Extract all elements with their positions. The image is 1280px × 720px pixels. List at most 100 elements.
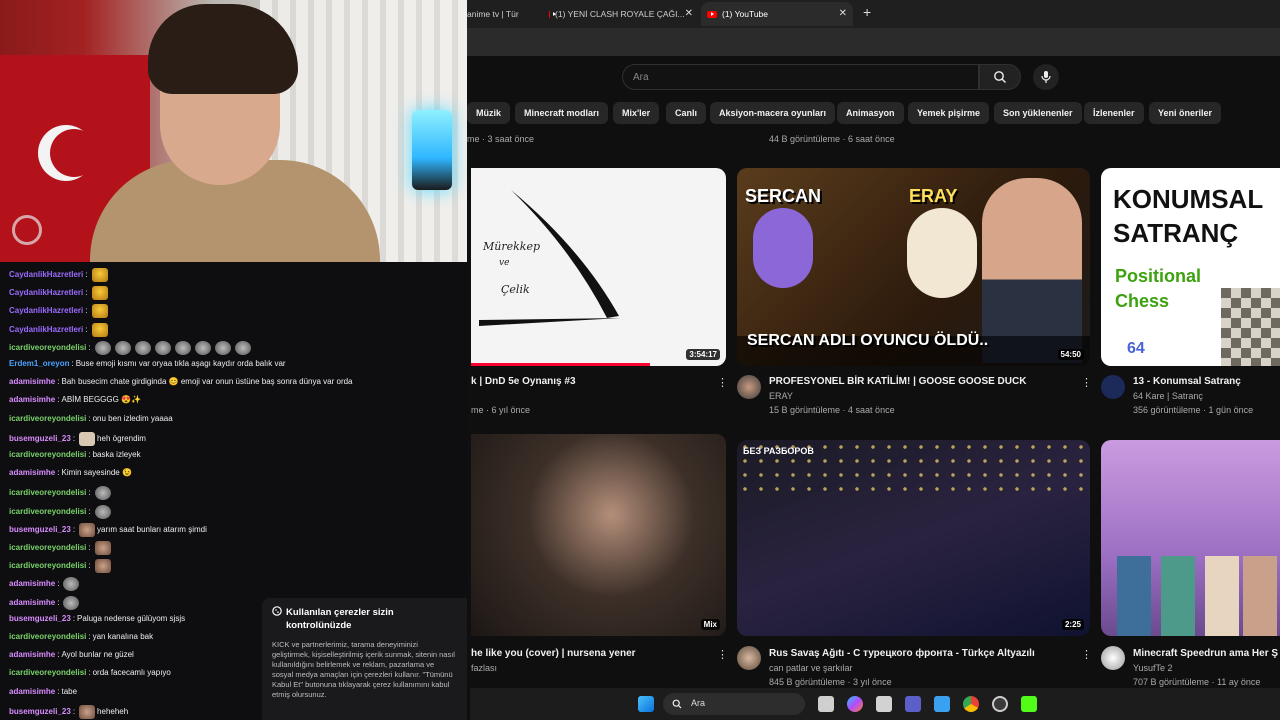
chat-username[interactable]: CaydanlikHazretleri bbox=[9, 288, 83, 298]
chat-username[interactable]: busemguzeli_23 bbox=[9, 707, 71, 717]
chip[interactable]: Canlı bbox=[666, 102, 707, 124]
chat-username[interactable]: icardiveoreyondelisi bbox=[9, 507, 86, 517]
chat-message: adamisimhe: Ayol bunlar ne güzel bbox=[9, 650, 134, 660]
chat-message: CaydanlikHazretleri: bbox=[9, 268, 108, 282]
chat-username[interactable]: icardiveoreyondelisi bbox=[9, 561, 86, 571]
new-tab-icon[interactable]: + bbox=[863, 4, 871, 20]
chat-username[interactable]: CaydanlikHazretleri bbox=[9, 270, 83, 280]
chat-username[interactable]: CaydanlikHazretleri bbox=[9, 325, 83, 335]
chat-username[interactable]: adamisimhe bbox=[9, 395, 55, 405]
chat-emote-icon bbox=[154, 340, 171, 355]
channel-avatar[interactable] bbox=[737, 646, 761, 670]
channel-name[interactable]: ERAY bbox=[769, 391, 793, 401]
chip[interactable]: Müzik bbox=[467, 102, 511, 124]
chat-username[interactable]: busemguzeli_23 bbox=[9, 525, 71, 535]
chip[interactable]: Aksiyon-macera oyunları bbox=[710, 102, 836, 124]
video-thumbnail[interactable]: Mix bbox=[471, 434, 726, 636]
channel-name[interactable]: fazlası bbox=[471, 663, 497, 673]
channel-name[interactable]: YusufTe 2 bbox=[1133, 663, 1173, 673]
video-thumbnail[interactable] bbox=[1101, 440, 1280, 636]
video-thumbnail[interactable]: БЕЗ РАЗБОРОВ 2:25 bbox=[737, 440, 1090, 636]
thumb-text: SATRANÇ bbox=[1113, 218, 1239, 248]
tab-youtube[interactable]: (1) YouTube ✕ bbox=[701, 2, 853, 26]
search-input[interactable]: Ara bbox=[622, 64, 979, 90]
chrome-icon[interactable] bbox=[963, 696, 979, 712]
chat-username[interactable]: adamisimhe bbox=[9, 650, 55, 660]
chat-username[interactable]: adamisimhe bbox=[9, 598, 55, 608]
video-thumbnail[interactable]: SERCAN ERAY SERCAN ADLI OYUNCU ÖLDÜ.. 54… bbox=[737, 168, 1090, 366]
teams-icon[interactable] bbox=[905, 696, 921, 712]
steam-icon[interactable] bbox=[992, 696, 1008, 712]
chat-username[interactable]: icardiveoreyondelisi bbox=[9, 414, 86, 424]
cookie-notice[interactable]: Kullanılan çerezler sizin kontrolünüzde … bbox=[262, 598, 467, 720]
chip[interactable]: Yeni öneriler bbox=[1149, 102, 1222, 124]
voice-search-button[interactable] bbox=[1033, 64, 1059, 90]
chat-emote-icon bbox=[94, 340, 111, 355]
chat-username[interactable]: adamisimhe bbox=[9, 468, 55, 478]
more-options-icon[interactable]: ⋮ bbox=[1081, 648, 1092, 661]
chip[interactable]: Yemek pişirme bbox=[908, 102, 990, 124]
tab-clash-royale[interactable]: (1) YENİ CLASH ROYALE ÇAĞI... ✕ bbox=[549, 2, 693, 26]
tab-anime[interactable]: anime tv | Tür bbox=[467, 2, 537, 26]
chat-separator: : bbox=[57, 395, 60, 405]
chat-username[interactable]: icardiveoreyondelisi bbox=[9, 450, 86, 460]
chip[interactable]: Son yüklenenler bbox=[994, 102, 1082, 124]
channel-name[interactable]: can patlar ve şarkılar bbox=[769, 663, 853, 673]
minecraft-character bbox=[1205, 556, 1239, 636]
chat-separator: : bbox=[72, 524, 76, 534]
chip[interactable]: İzlenenler bbox=[1084, 102, 1144, 124]
chip[interactable]: Animasyon bbox=[837, 102, 904, 124]
chat-message: busemguzeli_23: Paluga nedense gülüyom sj… bbox=[9, 614, 185, 624]
chat-username[interactable]: adamisimhe bbox=[9, 579, 55, 589]
chip[interactable]: Minecraft modları bbox=[515, 102, 609, 124]
chat-username[interactable]: icardiveoreyondelisi bbox=[9, 632, 86, 642]
chat-emote-icon bbox=[234, 340, 251, 355]
kick-icon[interactable] bbox=[1021, 696, 1037, 712]
video-title[interactable]: PROFESYONEL BİR KATİLİM! | GOOSE GOOSE D… bbox=[769, 376, 1026, 387]
taskbar-search[interactable]: Ara bbox=[663, 693, 805, 715]
video-thumbnail[interactable]: Mürekkep ve Çelik 3:54:17 bbox=[471, 168, 726, 366]
close-icon[interactable]: ✕ bbox=[839, 2, 847, 26]
search-button[interactable] bbox=[979, 64, 1021, 90]
chat-username[interactable]: adamisimhe bbox=[9, 377, 55, 387]
chat-username[interactable]: icardiveoreyondelisi bbox=[9, 668, 86, 678]
chat-username[interactable]: CaydanlikHazretleri bbox=[9, 306, 83, 316]
chat-message: CaydanlikHazretleri: bbox=[9, 322, 108, 337]
channel-avatar[interactable] bbox=[1101, 375, 1125, 399]
more-options-icon[interactable]: ⋮ bbox=[717, 376, 728, 389]
chat-emote-icon bbox=[79, 704, 96, 719]
close-icon[interactable]: ✕ bbox=[685, 2, 693, 26]
chat-text: Kimin sayesinde 😉 bbox=[61, 468, 132, 478]
video-title[interactable]: Rus Savaş Ağıtı - С турецкого фронта - T… bbox=[769, 648, 1035, 659]
microphone-icon bbox=[1041, 71, 1051, 83]
chat-username[interactable]: busemguzeli_23 bbox=[9, 614, 71, 624]
channel-avatar[interactable] bbox=[1101, 646, 1125, 670]
more-options-icon[interactable]: ⋮ bbox=[717, 648, 728, 661]
video-title[interactable]: Minecraft Speedrun ama Her Ş bbox=[1133, 648, 1278, 659]
chat-username[interactable]: Erdem1_oreyon bbox=[9, 359, 69, 369]
video-thumbnail[interactable]: KONUMSAL SATRANÇ Positional Chess 64 bbox=[1101, 168, 1280, 366]
thumb-text: Positional bbox=[1115, 266, 1202, 286]
channel-name[interactable]: 64 Kare | Satranç bbox=[1133, 391, 1203, 401]
chat-username[interactable]: icardiveoreyondelisi bbox=[9, 488, 86, 498]
chat-message: adamisimhe: tabe bbox=[9, 687, 77, 697]
chat-message: adamisimhe: Bah busecim chate girdiginda … bbox=[9, 377, 353, 387]
chat-username[interactable]: adamisimhe bbox=[9, 687, 55, 697]
video-title[interactable]: 13 - Konumsal Satranç bbox=[1133, 376, 1241, 387]
mail-icon[interactable] bbox=[934, 696, 950, 712]
start-icon[interactable] bbox=[638, 696, 654, 712]
chip[interactable]: Mix'ler bbox=[613, 102, 660, 124]
channel-avatar[interactable] bbox=[737, 375, 761, 399]
video-title[interactable]: he like you (cover) | nursena yener bbox=[471, 648, 636, 659]
more-options-icon[interactable]: ⋮ bbox=[1081, 376, 1092, 389]
video-title[interactable]: k | DnD 5e Oynanış #3 bbox=[471, 376, 576, 387]
task-view-icon[interactable] bbox=[818, 696, 834, 712]
video-stats: 707 B görüntüleme · 11 ay önce bbox=[1133, 677, 1261, 687]
chat-username[interactable]: icardiveoreyondelisi bbox=[9, 343, 86, 353]
chat-username[interactable]: busemguzeli_23 bbox=[9, 434, 71, 444]
calculator-icon[interactable] bbox=[876, 696, 892, 712]
address-bar[interactable] bbox=[467, 28, 1280, 56]
video-meta: 44 B görüntüleme · 6 saat önce bbox=[769, 134, 895, 144]
chat-username[interactable]: icardiveoreyondelisi bbox=[9, 543, 86, 553]
copilot-icon[interactable] bbox=[847, 696, 863, 712]
